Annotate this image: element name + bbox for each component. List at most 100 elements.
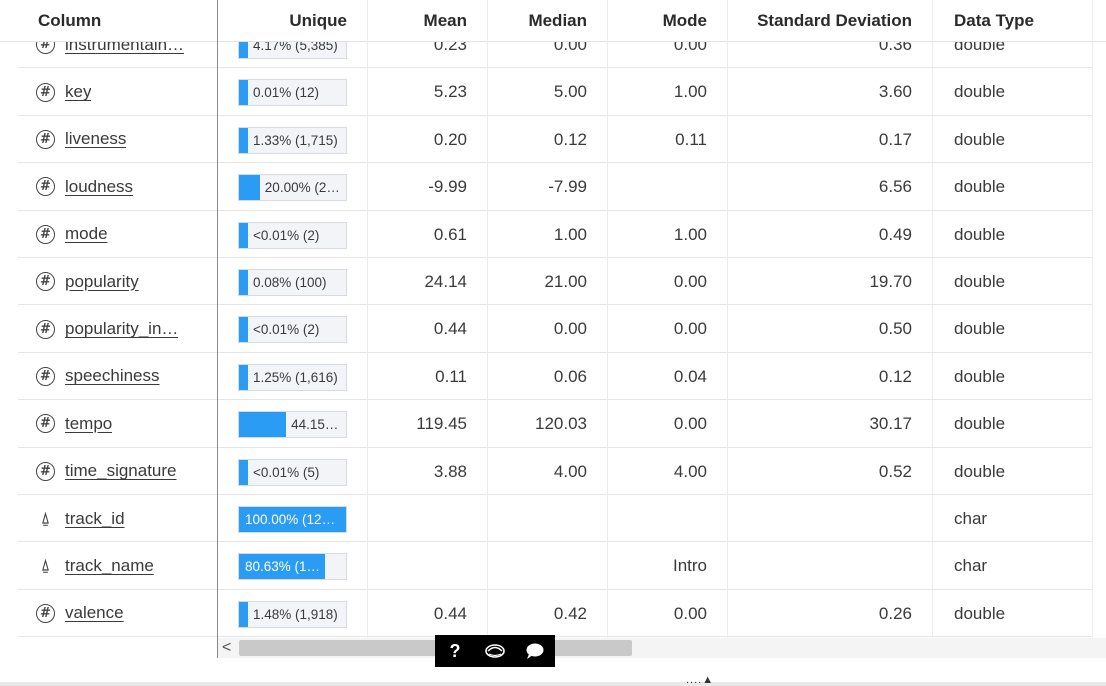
std-cell	[728, 542, 912, 589]
column-divider	[367, 0, 368, 638]
table-row[interactable]: # mode <0.01% (2) 0.61 1.00 1.00 0.49 do…	[18, 211, 1092, 258]
column-name-link[interactable]: valence	[65, 603, 124, 623]
unique-value: <0.01% (5)	[253, 464, 320, 480]
column-name-link[interactable]: tempo	[65, 414, 112, 434]
table-row[interactable]: # tempo 44.15… 119.45 120.03 0.00 30.17 …	[18, 400, 1092, 448]
unique-bar: 1.33% (1,715)	[238, 126, 347, 154]
table-row[interactable]: # speechiness 1.25% (1,616) 0.11 0.06 0.…	[18, 353, 1092, 401]
mean-cell: 119.45	[416, 414, 467, 434]
mode-cell: 0.00	[673, 603, 707, 623]
header-column[interactable]: Column	[38, 0, 101, 42]
help-button[interactable]: ?	[440, 636, 470, 666]
median-cell	[488, 495, 587, 542]
std-cell: 0.26	[878, 603, 912, 623]
mean-cell: 24.14	[424, 271, 467, 291]
unique-bar-fill	[239, 601, 248, 627]
mean-cell: 0.20	[433, 129, 467, 149]
unique-value: <0.01% (2)	[253, 227, 320, 243]
unique-bar-fill	[239, 222, 248, 248]
median-cell: 21.00	[544, 271, 587, 291]
unique-value: 0.08% (100)	[253, 274, 327, 290]
unique-bar: 0.08% (100)	[238, 268, 347, 296]
column-name-link[interactable]: liveness	[65, 129, 126, 149]
unique-value: 44.15…	[291, 417, 339, 433]
unique-value: 1.48% (1,918)	[253, 606, 338, 622]
data-type-cell: double	[954, 603, 1006, 623]
unique-bar: <0.01% (5)	[238, 458, 347, 486]
column-name-link[interactable]: track_name	[65, 556, 154, 576]
std-cell	[728, 495, 912, 542]
table-row[interactable]: # key 0.01% (12) 5.23 5.00 1.00 3.60 dou…	[18, 68, 1092, 116]
mean-cell: 0.44	[433, 319, 467, 339]
data-type-cell: double	[954, 82, 1006, 102]
numeric-icon: #	[36, 461, 55, 481]
unique-bar: 1.48% (1,918)	[238, 600, 347, 628]
unique-bar-fill	[239, 127, 248, 153]
std-cell: 0.50	[878, 319, 912, 339]
header-unique[interactable]: Unique	[219, 0, 347, 42]
header-data-type[interactable]: Data Type	[954, 0, 1034, 42]
mode-cell: 0.04	[673, 366, 707, 386]
chat-button[interactable]	[520, 636, 550, 666]
mode-cell: 0.00	[673, 319, 707, 339]
data-type-cell: char	[954, 508, 988, 528]
table-row[interactable]: # time_signature <0.01% (5) 3.88 4.00 4.…	[18, 448, 1092, 495]
table-row[interactable]: # loudness 20.00% (25… -9.99 -7.99 6.56 …	[18, 163, 1092, 211]
column-name-cell: # key	[36, 68, 91, 115]
header-median[interactable]: Median	[488, 0, 587, 42]
column-name-link[interactable]: popularity	[65, 272, 139, 292]
mode-cell: 1.00	[673, 82, 707, 102]
unique-bar-fill	[239, 80, 248, 106]
column-name-link[interactable]: popularity_in…	[65, 319, 178, 339]
table-row[interactable]: # liveness 1.33% (1,715) 0.20 0.12 0.11 …	[18, 116, 1092, 164]
std-cell: 6.56	[878, 177, 912, 197]
unique-value: <0.01% (2)	[253, 322, 320, 338]
column-divider	[607, 0, 608, 638]
mean-cell: -9.99	[428, 177, 467, 197]
column-name-link[interactable]: time_signature	[65, 461, 177, 481]
mode-cell: 0.11	[675, 129, 707, 149]
header-mean[interactable]: Mean	[368, 0, 467, 42]
median-cell: 0.12	[553, 129, 587, 149]
column-name-link[interactable]: track_id	[65, 509, 125, 529]
header-standard-deviation[interactable]: Standard Deviation	[728, 0, 912, 42]
mode-cell: 0.00	[673, 271, 707, 291]
unique-bar: 1.25% (1,616)	[238, 363, 347, 391]
table-row[interactable]: # valence 1.48% (1,918) 0.44 0.42 0.00 0…	[18, 590, 1092, 638]
mode-cell: 4.00	[673, 461, 707, 481]
sas-logo-button[interactable]	[480, 636, 510, 666]
table-row[interactable]: # popularity_in… <0.01% (2) 0.44 0.00 0.…	[18, 305, 1092, 353]
horizontal-scrollbar[interactable]: <	[218, 638, 1106, 658]
table-header: Column Unique Mean Median Mode Standard …	[0, 0, 1106, 42]
header-mode[interactable]: Mode	[608, 0, 707, 42]
data-profile-table: Column Unique Mean Median Mode Standard …	[0, 0, 1106, 686]
column-name-link[interactable]: key	[65, 82, 91, 102]
numeric-icon: #	[36, 129, 55, 149]
column-name-cell: # popularity_in…	[36, 305, 178, 352]
unique-bar: <0.01% (2)	[238, 316, 347, 344]
column-name-cell: # tempo	[36, 400, 112, 447]
table-row[interactable]: ⍙ track_name 80.63% (1… Intro char	[18, 542, 1092, 590]
median-cell	[488, 542, 587, 589]
mean-cell: 5.23	[433, 82, 467, 102]
mode-cell: Intro	[672, 556, 707, 576]
resize-handle-icon[interactable]: ....▲	[686, 674, 714, 686]
data-type-cell: double	[954, 319, 1006, 339]
table-body: # instrumentaln… 4.17% (5,385) 0.23 0.00…	[0, 21, 1106, 638]
unique-value: 20.00% (25…	[264, 180, 340, 196]
numeric-icon: #	[36, 366, 55, 386]
unique-bar: <0.01% (2)	[238, 221, 347, 249]
column-name-link[interactable]: loudness	[65, 177, 133, 197]
column-name-cell: ⍙ track_id	[36, 495, 125, 542]
mean-cell: 0.44	[433, 603, 467, 623]
table-row[interactable]: # popularity 0.08% (100) 24.14 21.00 0.0…	[18, 258, 1092, 306]
unique-value: 100.00% (129,…	[245, 511, 340, 527]
column-name-link[interactable]: mode	[65, 224, 108, 244]
median-cell: 5.00	[553, 82, 587, 102]
numeric-icon: #	[36, 414, 55, 434]
table-row[interactable]: ⍙ track_id 100.00% (129,… char	[18, 495, 1092, 543]
numeric-icon: #	[36, 603, 55, 623]
numeric-icon: #	[36, 272, 55, 292]
scroll-left-icon[interactable]: <	[222, 638, 231, 658]
column-name-link[interactable]: speechiness	[65, 366, 160, 386]
